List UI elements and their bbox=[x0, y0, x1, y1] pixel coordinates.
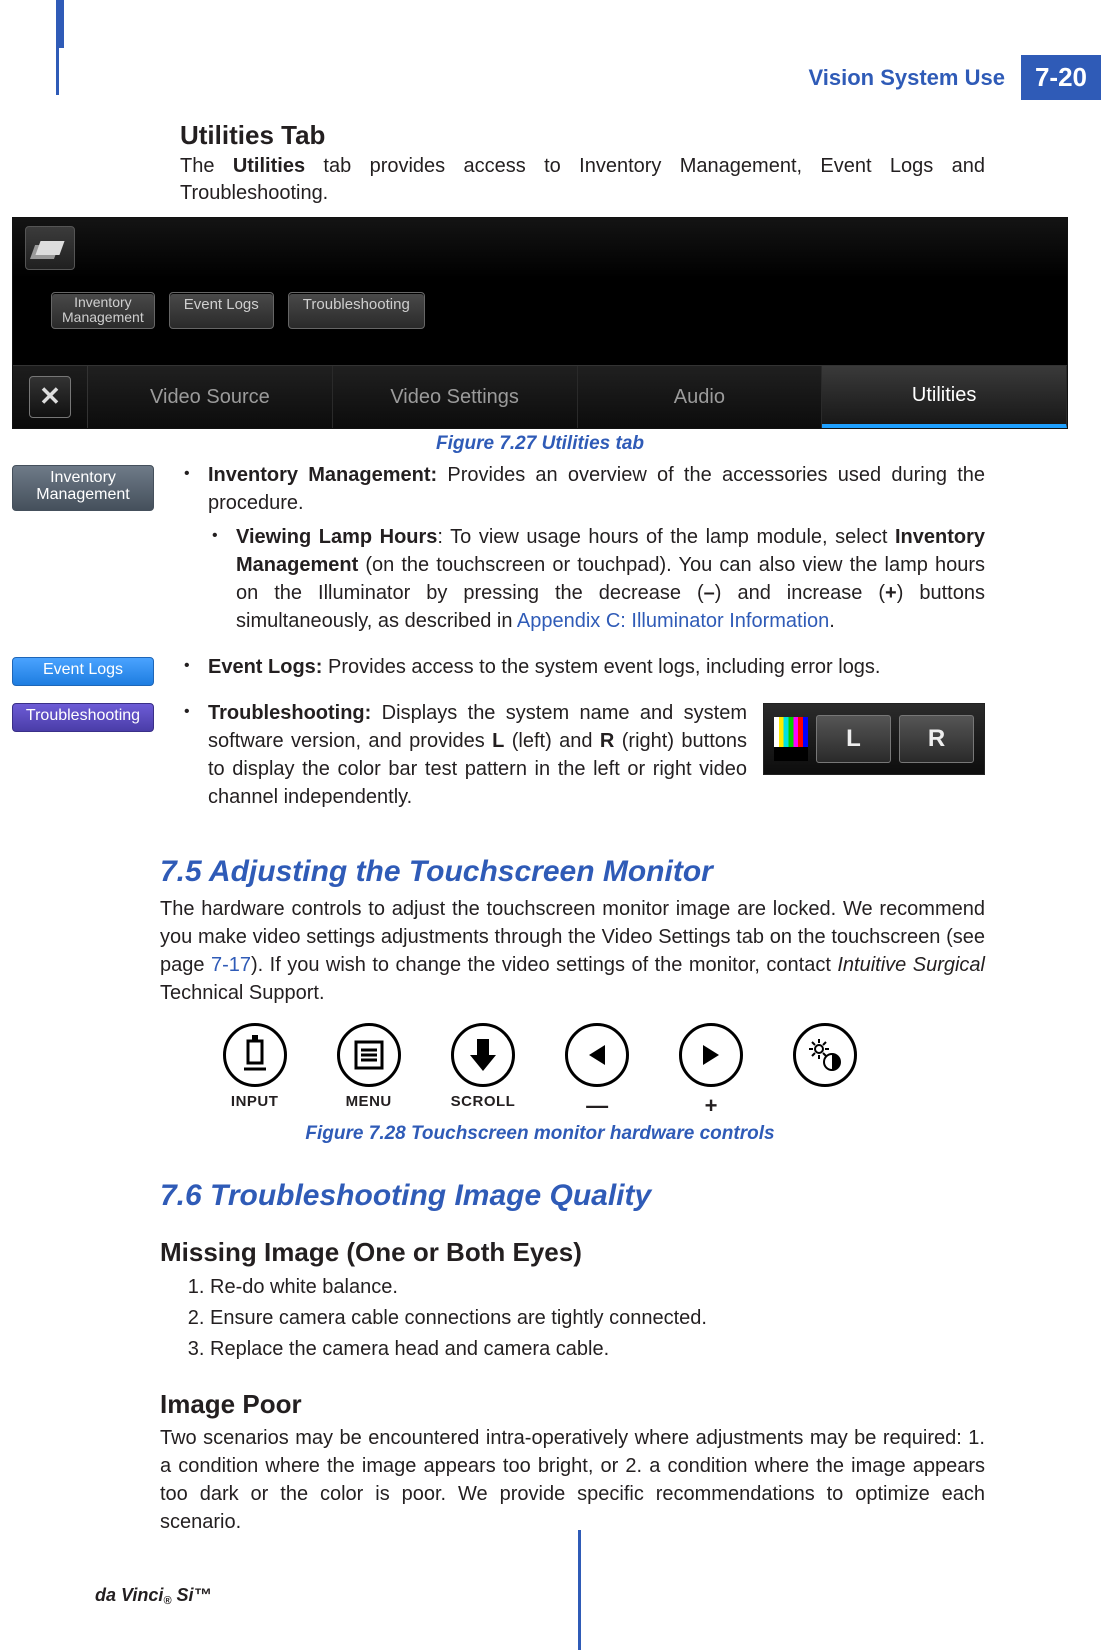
ctrl-menu: MENU bbox=[337, 1023, 401, 1119]
text: . bbox=[829, 610, 835, 632]
badge-troubleshooting[interactable]: Troubleshooting bbox=[12, 703, 154, 732]
page-header: Vision System Use 7-20 bbox=[808, 55, 1101, 100]
badge-eventlogs[interactable]: Event Logs bbox=[12, 657, 154, 686]
step-1: Re-do white balance. bbox=[210, 1272, 985, 1303]
hardware-controls: INPUT MENU SCROLL — + bbox=[0, 1023, 1080, 1119]
screenshot-topbar bbox=[13, 218, 1067, 278]
utilities-intro: The Utilities tab provides access to Inv… bbox=[180, 153, 985, 207]
step-3: Replace the camera head and camera cable… bbox=[210, 1334, 985, 1365]
header-rule bbox=[56, 0, 59, 95]
colorbar-icon bbox=[774, 717, 808, 761]
side-badge-troubleshoot: Troubleshooting bbox=[12, 699, 162, 821]
link-page-7-17[interactable]: 7-17 bbox=[211, 954, 251, 976]
label: + bbox=[705, 1093, 718, 1119]
label bbox=[823, 1093, 828, 1110]
page-number: 7-20 bbox=[1021, 55, 1101, 100]
figure-7-28-caption: Figure 7.28 Touchscreen monitor hardware… bbox=[0, 1123, 1080, 1145]
bullet-eventlogs: Event Logs: Provides access to the syste… bbox=[208, 653, 985, 681]
tab-utilities[interactable]: Utilities bbox=[822, 366, 1067, 428]
text-bold: R bbox=[600, 730, 614, 752]
missing-image-steps: Re-do white balance. Ensure camera cable… bbox=[184, 1272, 985, 1365]
text: ) and increase ( bbox=[715, 582, 885, 604]
l-button[interactable]: L bbox=[816, 715, 891, 763]
right-arrow-icon bbox=[679, 1023, 743, 1087]
row-eventlogs: Event Logs Event Logs: Provides access t… bbox=[12, 653, 985, 691]
text-bold: L bbox=[492, 730, 504, 752]
r-button[interactable]: R bbox=[899, 715, 974, 763]
ctrl-scroll: SCROLL bbox=[451, 1023, 516, 1119]
footer-rule bbox=[578, 1530, 581, 1650]
row-troubleshoot: Troubleshooting L R Troubleshooting: Dis… bbox=[12, 699, 985, 821]
screenshot-maintabs: ✕ Video Source Video Settings Audio Util… bbox=[13, 365, 1067, 428]
heading-7-6: 7.6 Troubleshooting Image Quality bbox=[160, 1179, 1080, 1213]
close-button[interactable]: ✕ bbox=[13, 366, 88, 428]
screenshot-subtabs: InventoryManagement Event Logs Troublesh… bbox=[51, 292, 425, 329]
text: The bbox=[180, 155, 233, 177]
label: — bbox=[586, 1093, 609, 1119]
text-bold: + bbox=[885, 582, 897, 604]
eraser-icon[interactable] bbox=[25, 226, 75, 270]
label: Viewing Lamp Hours bbox=[236, 526, 437, 548]
menu-icon bbox=[337, 1023, 401, 1087]
subtab-inventory[interactable]: InventoryManagement bbox=[51, 292, 155, 329]
badge-inventory[interactable]: InventoryManagement bbox=[12, 465, 154, 511]
heading-missing-image: Missing Image (One or Both Eyes) bbox=[160, 1237, 1080, 1268]
tab-video-settings[interactable]: Video Settings bbox=[333, 366, 578, 428]
label: Troubleshooting: bbox=[208, 702, 371, 724]
label: INPUT bbox=[231, 1093, 279, 1110]
scroll-icon bbox=[451, 1023, 515, 1087]
label: SCROLL bbox=[451, 1093, 516, 1110]
tab-audio[interactable]: Audio bbox=[578, 366, 823, 428]
ctrl-brightness bbox=[793, 1023, 857, 1119]
para-image-poor: Two scenarios may be encountered intra-o… bbox=[160, 1424, 985, 1536]
label: Inventory Management: bbox=[208, 464, 437, 486]
side-badge-inventory: InventoryManagement bbox=[12, 461, 162, 645]
subtab-troubleshooting[interactable]: Troubleshooting bbox=[288, 292, 425, 329]
ctrl-minus: — bbox=[565, 1023, 629, 1119]
page-content: Utilities Tab The Utilities tab provides… bbox=[0, 120, 1080, 1536]
text: : To view usage hours of the lamp module… bbox=[437, 526, 895, 548]
label: Event Logs: bbox=[208, 656, 322, 678]
bullet-lamp-hours: Viewing Lamp Hours: To view usage hours … bbox=[236, 523, 985, 635]
heading-image-poor: Image Poor bbox=[160, 1389, 1080, 1420]
label: MENU bbox=[346, 1093, 392, 1110]
brightness-contrast-icon bbox=[793, 1023, 857, 1087]
footer-product: da Vinci® Si™ bbox=[95, 1585, 211, 1606]
close-icon: ✕ bbox=[29, 376, 71, 418]
heading-7-5: 7.5 Adjusting the Touchscreen Monitor bbox=[160, 855, 1080, 889]
section-title: Vision System Use bbox=[808, 55, 1020, 100]
ctrl-input: INPUT bbox=[223, 1023, 287, 1119]
text: (left) and bbox=[504, 730, 600, 752]
bullet-troubleshoot: L R Troubleshooting: Displays the system… bbox=[208, 699, 985, 811]
figure-7-27-caption: Figure 7.27 Utilities tab bbox=[0, 433, 1080, 455]
subtab-eventlogs[interactable]: Event Logs bbox=[169, 292, 274, 329]
text-italic: Intuitive Surgical bbox=[837, 954, 985, 976]
step-2: Ensure camera cable connections are tigh… bbox=[210, 1303, 985, 1334]
input-icon bbox=[223, 1023, 287, 1087]
link-appendix-c[interactable]: Appendix C: Illuminator Information bbox=[517, 610, 829, 632]
side-badge-eventlogs: Event Logs bbox=[12, 653, 162, 691]
row-inventory: InventoryManagement Inventory Management… bbox=[12, 461, 985, 645]
lr-test-pattern-box: L R bbox=[763, 703, 985, 775]
utilities-heading: Utilities Tab bbox=[180, 120, 1080, 151]
text-bold: – bbox=[704, 582, 715, 604]
left-arrow-icon bbox=[565, 1023, 629, 1087]
para-7-5: The hardware controls to adjust the touc… bbox=[160, 895, 985, 1007]
text-bold: Utilities bbox=[233, 155, 305, 177]
tab-video-source[interactable]: Video Source bbox=[88, 366, 333, 428]
text: Provides access to the system event logs… bbox=[322, 656, 880, 678]
ctrl-plus: + bbox=[679, 1023, 743, 1119]
utilities-screenshot: InventoryManagement Event Logs Troublesh… bbox=[12, 217, 1068, 429]
bullet-inventory: Inventory Management: Provides an overvi… bbox=[208, 461, 985, 635]
text: ). If you wish to change the video setti… bbox=[251, 954, 837, 976]
text: Technical Support. bbox=[160, 982, 325, 1004]
